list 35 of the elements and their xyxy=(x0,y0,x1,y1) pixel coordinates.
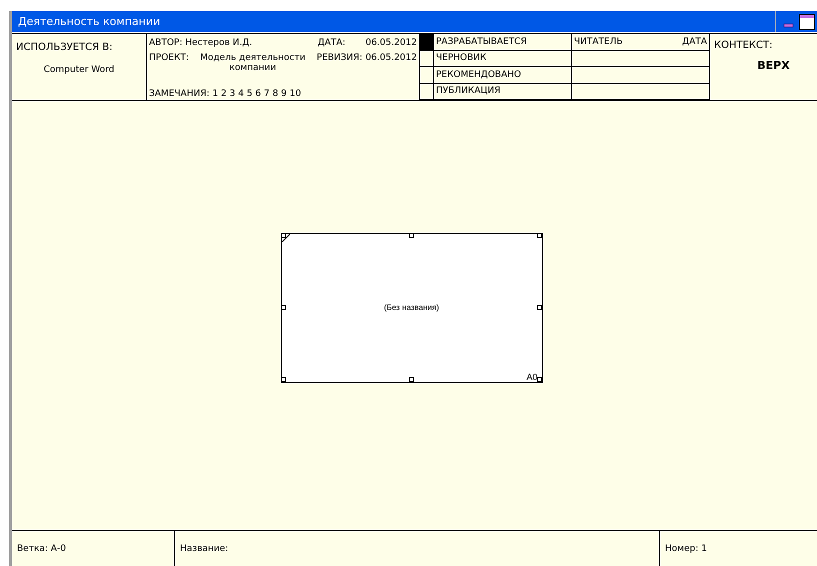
status-label: ПУБЛИКАЦИЯ xyxy=(436,86,500,96)
node-text: Ветка: А-0 xyxy=(17,544,66,554)
project-label: ПРОЕКТ: xyxy=(149,53,189,65)
box-title: (Без названия) xyxy=(384,303,439,312)
project-value: Модель деятельности компании xyxy=(199,53,306,73)
reader-date-label: ДАТА xyxy=(682,36,707,47)
number-text: Номер: 1 xyxy=(665,544,707,554)
resize-handle[interactable] xyxy=(536,232,542,238)
title-text: Название: xyxy=(180,544,228,554)
activity-box[interactable]: (Без названия) A0 xyxy=(280,232,542,382)
resize-handle[interactable] xyxy=(408,232,414,238)
resize-handle[interactable] xyxy=(536,376,542,382)
box-number: A0 xyxy=(526,372,538,382)
revision-label: РЕВИЗИЯ: xyxy=(316,53,362,65)
used-in-label: ИСПОЛЬЗУЕТСЯ В: xyxy=(16,42,114,53)
date-label: ДАТА: xyxy=(318,38,346,48)
notes-text: ЗАМЕЧАНИЯ: 1 2 3 4 5 6 7 8 9 10 xyxy=(149,89,302,99)
corner-icon xyxy=(282,234,290,242)
resize-handle[interactable] xyxy=(536,304,542,310)
resize-handle[interactable] xyxy=(280,232,286,238)
status-label: ЧЕРНОВИК xyxy=(436,53,486,64)
window-title: Деятельность компании xyxy=(17,15,160,28)
used-in-value: Computer Word xyxy=(44,65,114,75)
maximize-button[interactable] xyxy=(799,14,815,30)
resize-handle[interactable] xyxy=(408,376,414,382)
context-value: ВЕРХ xyxy=(757,59,790,72)
revision-value: 06.05.2012 xyxy=(365,53,417,65)
reader-label: ЧИТАТЕЛЬ xyxy=(574,36,623,47)
resize-handle[interactable] xyxy=(280,304,286,310)
author-text: АВТОР: Нестеров И.Д. xyxy=(149,38,252,48)
date-value: 06.05.2012 xyxy=(365,38,417,48)
status-label: РАЗРАБАТЫВАЕТСЯ xyxy=(436,36,527,47)
status-label: РЕКОМЕНДОВАНО xyxy=(436,70,522,80)
context-label: КОНТЕКСТ: xyxy=(714,40,774,51)
resize-handle[interactable] xyxy=(280,376,286,382)
